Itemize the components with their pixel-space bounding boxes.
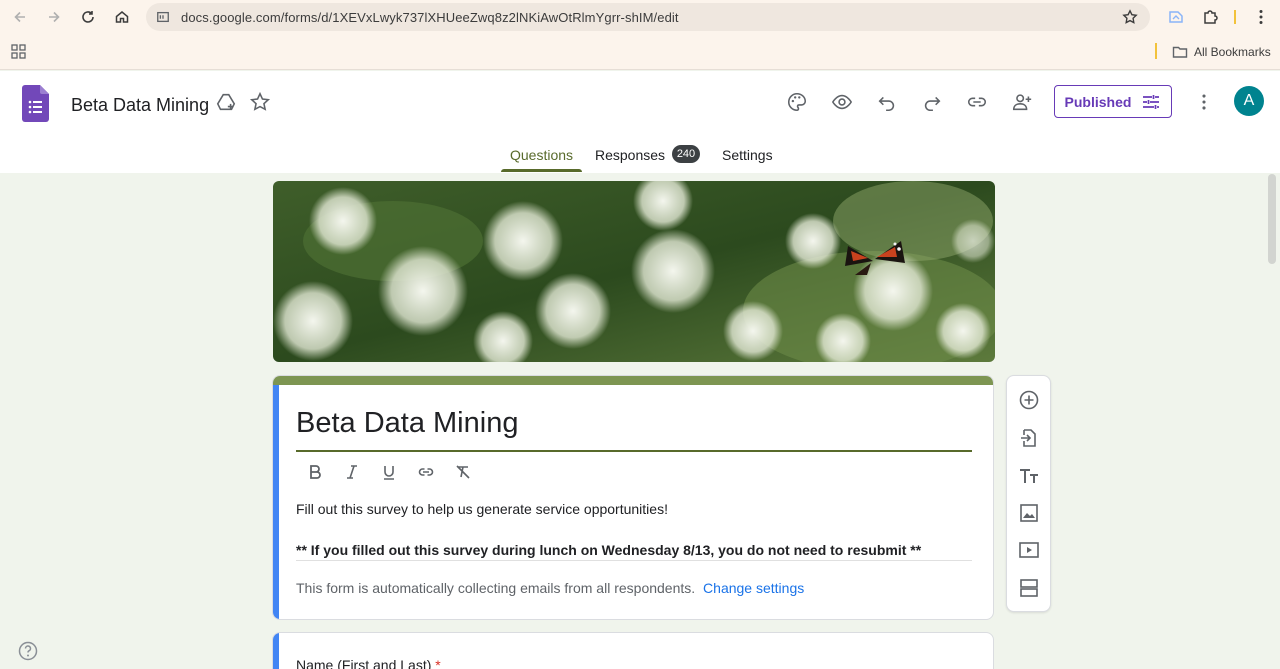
browser-toolbar: docs.google.com/forms/d/1XEVxLwyk737lXHU… <box>0 0 1280 34</box>
form-title-card[interactable]: Beta Data Mining Fill out this survey to… <box>272 375 994 620</box>
palette-icon[interactable] <box>785 90 809 114</box>
question-card[interactable]: Name (First and Last) * <box>272 632 994 669</box>
browser-menu-icon[interactable] <box>1252 8 1270 26</box>
reload-icon[interactable] <box>71 0 105 34</box>
add-title-icon[interactable] <box>1018 465 1040 487</box>
preview-eye-icon[interactable] <box>830 90 854 114</box>
tune-settings-icon <box>1143 94 1160 109</box>
butterfly-flowers-image <box>273 181 995 362</box>
form-description-note[interactable]: ** If you filled out this survey during … <box>296 542 921 558</box>
back-arrow-icon[interactable] <box>3 0 37 34</box>
bold-icon[interactable] <box>296 460 333 484</box>
document-title[interactable]: Beta Data Mining <box>71 95 209 116</box>
forms-header: Beta Data Mining Published A Questions R… <box>0 71 1280 173</box>
google-forms-logo[interactable] <box>22 85 49 122</box>
url-text: docs.google.com/forms/d/1XEVxLwyk737lXHU… <box>181 9 679 25</box>
tab-questions[interactable]: Questions <box>510 147 573 163</box>
bookmark-star-icon[interactable] <box>1122 9 1138 25</box>
question-title-text: Name (First and Last) <box>296 657 432 669</box>
tab-settings[interactable]: Settings <box>722 147 773 163</box>
address-bar[interactable]: docs.google.com/forms/d/1XEVxLwyk737lXHU… <box>146 3 1150 31</box>
title-underline <box>296 450 972 452</box>
puzzle-extensions-icon[interactable] <box>1201 8 1219 26</box>
link-icon[interactable] <box>965 90 989 114</box>
email-collection-text: This form is automatically collecting em… <box>296 580 696 596</box>
link-icon[interactable] <box>407 460 444 484</box>
active-tab-indicator <box>501 169 582 172</box>
extension-icon[interactable] <box>1167 8 1185 26</box>
header-image <box>273 181 995 362</box>
add-collaborator-icon[interactable] <box>1010 90 1034 114</box>
bookmarks-separator <box>1155 43 1157 59</box>
site-info-icon[interactable] <box>156 9 172 25</box>
account-avatar[interactable]: A <box>1234 86 1264 116</box>
description-underline <box>296 560 972 561</box>
add-image-icon[interactable] <box>1018 502 1040 524</box>
help-icon[interactable] <box>18 641 38 661</box>
add-section-icon[interactable] <box>1018 577 1040 599</box>
floating-question-toolbar <box>1006 375 1051 612</box>
bookmarks-bar: All Bookmarks <box>0 34 1280 70</box>
folder-icon <box>1172 46 1188 58</box>
add-video-icon[interactable] <box>1018 539 1040 561</box>
published-label: Published <box>1064 93 1132 110</box>
email-collection-note: This form is automatically collecting em… <box>296 580 804 596</box>
form-tabs: Questions Responses 240 Settings <box>0 143 1280 173</box>
question-title[interactable]: Name (First and Last) * <box>296 657 441 669</box>
undo-icon[interactable] <box>875 90 899 114</box>
tab-responses[interactable]: Responses <box>595 147 665 163</box>
form-description[interactable]: Fill out this survey to help us generate… <box>296 501 668 517</box>
published-button[interactable]: Published <box>1054 85 1172 118</box>
selected-card-indicator <box>273 385 279 619</box>
text-format-toolbar <box>296 460 481 484</box>
underline-icon[interactable] <box>370 460 407 484</box>
page-scrollbar[interactable] <box>1268 174 1276 264</box>
import-questions-icon[interactable] <box>1018 427 1040 449</box>
apps-grid-icon[interactable] <box>11 44 26 59</box>
all-bookmarks-button[interactable]: All Bookmarks <box>1172 44 1271 60</box>
star-icon[interactable] <box>248 90 272 114</box>
change-settings-link[interactable]: Change settings <box>703 580 804 596</box>
italic-icon[interactable] <box>333 460 370 484</box>
form-title-input[interactable]: Beta Data Mining <box>296 407 518 440</box>
theme-accent-bar <box>273 376 993 385</box>
more-options-icon[interactable] <box>1192 90 1216 114</box>
all-bookmarks-label: All Bookmarks <box>1194 45 1271 59</box>
required-asterisk: * <box>435 657 441 669</box>
redo-icon[interactable] <box>920 90 944 114</box>
move-to-drive-icon[interactable] <box>214 90 238 114</box>
question-card-indicator <box>273 633 279 669</box>
clear-format-icon[interactable] <box>444 460 481 484</box>
toolbar-separator <box>1234 10 1236 24</box>
home-icon[interactable] <box>105 0 139 34</box>
forward-arrow-icon[interactable] <box>37 0 71 34</box>
responses-count-badge: 240 <box>672 145 700 163</box>
add-question-icon[interactable] <box>1018 389 1040 411</box>
